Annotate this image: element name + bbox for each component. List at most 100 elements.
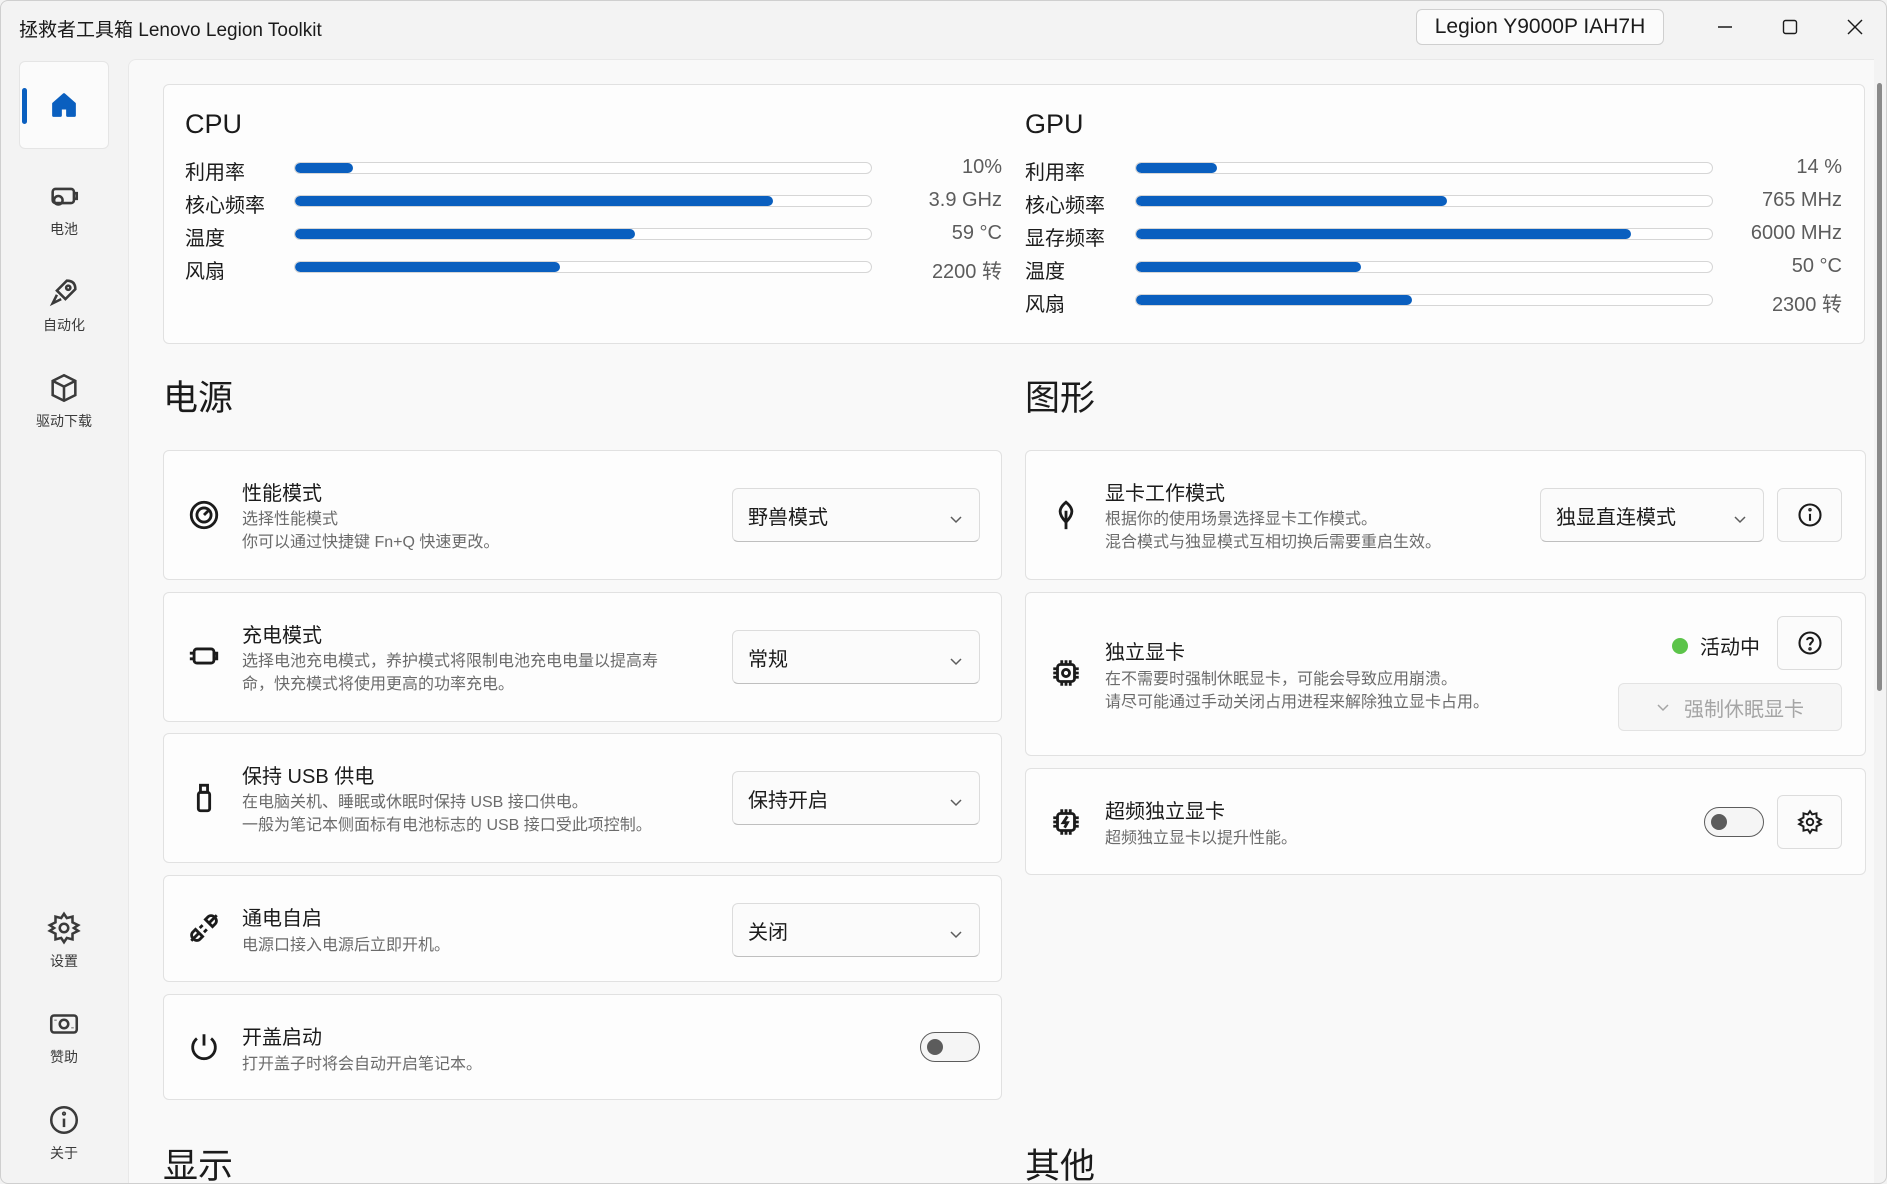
discrete-gpu-title: 独立显卡 bbox=[1105, 642, 1185, 664]
close-button[interactable] bbox=[1825, 7, 1885, 47]
help-icon bbox=[1797, 631, 1822, 655]
overclock-settings-button[interactable] bbox=[1777, 795, 1842, 849]
usb-power-title: 保持 USB 供电 bbox=[242, 766, 375, 788]
chevron-down-icon bbox=[950, 516, 962, 524]
toggle-knob bbox=[1711, 814, 1727, 830]
sidebar-item-sponsor[interactable]: 赞助 bbox=[19, 993, 109, 1081]
gpu-stat-value: 6000 MHz bbox=[1750, 222, 1842, 244]
usb-power-desc: 在电脑关机、睡眠或休眠时保持 USB 接口供电。 一般为笔记本侧面标有电池标志的… bbox=[242, 791, 652, 837]
cpu-stat-bar-fill bbox=[295, 229, 635, 239]
discrete-gpu-desc: 在不需要时强制休眠显卡，可能会导致应用崩溃。 请尽可能通过手动关闭占用进程来解除… bbox=[1105, 668, 1489, 714]
gpu-stat-value: 14 % bbox=[1796, 156, 1842, 178]
cpu-stat-value: 10% bbox=[961, 156, 1002, 178]
cpu-stat-bar bbox=[294, 195, 872, 207]
dropdown-value: 常规 bbox=[748, 648, 788, 671]
force-sleep-gpu-button[interactable]: 强制休眠显卡 bbox=[1618, 683, 1842, 731]
app-window: 拯救者工具箱 Lenovo Legion Toolkit Legion Y900… bbox=[0, 0, 1887, 1184]
chevron-down-icon bbox=[950, 931, 962, 939]
cpu-stat-label: 核心频率 bbox=[185, 195, 265, 217]
leaf-icon bbox=[1049, 498, 1083, 537]
minimize-button[interactable] bbox=[1695, 7, 1755, 47]
gpu-stat-bar bbox=[1135, 195, 1713, 207]
chevron-down-icon bbox=[1734, 516, 1746, 524]
performance-mode-desc: 选择性能模式 你可以通过快捷键 Fn+Q 快速更改。 bbox=[242, 508, 499, 554]
cpu-stat-bar bbox=[294, 228, 872, 240]
section-title-graphics: 图形 bbox=[1025, 379, 1096, 418]
sidebar-item-automation[interactable]: 自动化 bbox=[19, 261, 109, 349]
section-title-power: 电源 bbox=[163, 379, 234, 418]
maximize-icon bbox=[1782, 19, 1798, 35]
sidebar-item-label: 电池 bbox=[50, 221, 78, 237]
cpu-stat-bar bbox=[294, 261, 872, 273]
money-icon bbox=[49, 1014, 79, 1034]
chevron-down-icon bbox=[950, 658, 962, 666]
chevron-down-icon bbox=[1657, 704, 1669, 712]
maximize-button[interactable] bbox=[1760, 7, 1820, 47]
sidebar-item-drivers[interactable]: 驱动下载 bbox=[19, 357, 109, 445]
sidebar-item-label: 关于 bbox=[50, 1145, 78, 1161]
info-icon bbox=[49, 1105, 79, 1135]
gpu-title: GPU bbox=[1025, 109, 1084, 139]
toggle-knob bbox=[927, 1039, 943, 1055]
overclock-gpu-title: 超频独立显卡 bbox=[1105, 801, 1225, 823]
sidebar-item-battery[interactable]: 电池 bbox=[19, 165, 109, 253]
cpu-stat-label: 风扇 bbox=[185, 261, 225, 283]
performance-mode-title: 性能模式 bbox=[242, 483, 322, 505]
dropdown-value: 关闭 bbox=[748, 921, 788, 944]
power-on-ac-dropdown[interactable]: 关闭 bbox=[732, 903, 980, 957]
sidebar-item-about[interactable]: 关于 bbox=[19, 1089, 109, 1177]
section-title-other: 其他 bbox=[1025, 1147, 1096, 1184]
sidebar: 电池 自动化 驱动下载 设置 赞助 关于 bbox=[1, 53, 128, 1183]
charging-icon bbox=[187, 639, 221, 678]
sidebar-item-home[interactable] bbox=[19, 61, 109, 149]
sidebar-item-label: 自动化 bbox=[43, 317, 85, 333]
gear-icon bbox=[47, 911, 81, 945]
cpu-stat-bar bbox=[294, 162, 872, 174]
gpu-mode-title: 显卡工作模式 bbox=[1105, 483, 1225, 505]
gpu-stat-bar-fill bbox=[1136, 295, 1413, 305]
gpu-mode-dropdown[interactable]: 独显直连模式 bbox=[1540, 488, 1764, 542]
cpu-stat-label: 温度 bbox=[185, 228, 225, 250]
charge-mode-dropdown[interactable]: 常规 bbox=[732, 630, 980, 684]
discrete-gpu-status: 活动中 bbox=[1672, 631, 1760, 660]
cpu-stat-bar-fill bbox=[295, 262, 560, 272]
flip-to-start-toggle[interactable] bbox=[920, 1032, 980, 1062]
gpu-stat-label: 利用率 bbox=[1025, 162, 1085, 184]
gpu-mode-desc: 根据你的使用场景选择显卡工作模式。 混合模式与独显模式互相切换后需要重启生效。 bbox=[1105, 508, 1441, 554]
chevron-down-icon bbox=[950, 799, 962, 807]
gpu-mode-info-button[interactable] bbox=[1777, 488, 1842, 542]
desc-line: 在电脑关机、睡眠或休眠时保持 USB 接口供电。 bbox=[242, 794, 588, 811]
gpu-stat-bar bbox=[1135, 228, 1713, 240]
chip-bolt-icon bbox=[1049, 805, 1083, 844]
cpu-stat-bar-fill bbox=[295, 163, 353, 173]
charge-mode-title: 充电模式 bbox=[242, 625, 322, 647]
sidebar-item-label: 赞助 bbox=[50, 1049, 78, 1065]
gpu-stat-bar-fill bbox=[1136, 196, 1448, 206]
power-icon bbox=[187, 1030, 221, 1069]
sidebar-item-settings[interactable]: 设置 bbox=[19, 897, 109, 985]
usb-power-dropdown[interactable]: 保持开启 bbox=[732, 771, 980, 825]
power-on-ac-title: 通电自启 bbox=[242, 908, 322, 930]
desc-line: 一般为笔记本侧面标有电池标志的 USB 接口受此项控制。 bbox=[242, 817, 652, 834]
minimize-icon bbox=[1718, 26, 1732, 28]
battery-icon bbox=[51, 187, 79, 206]
status-dot bbox=[1672, 637, 1688, 654]
desc-line: 请尽可能通过手动关闭占用进程来解除独立显卡占用。 bbox=[1105, 694, 1490, 711]
cpu-stat-label: 利用率 bbox=[185, 162, 245, 184]
desc-line: 混合模式与独显模式互相切换后需要重启生效。 bbox=[1105, 534, 1442, 551]
overclock-gpu-desc: 超频独立显卡以提升性能。 bbox=[1105, 830, 1298, 847]
desc-line: 选择性能模式 bbox=[242, 511, 339, 528]
scrollbar[interactable] bbox=[1877, 83, 1882, 691]
dropdown-value: 野兽模式 bbox=[748, 506, 828, 529]
gpu-stat-bar-fill bbox=[1136, 163, 1217, 173]
performance-mode-dropdown[interactable]: 野兽模式 bbox=[732, 488, 980, 542]
discrete-gpu-help-button[interactable] bbox=[1777, 616, 1842, 670]
gear-icon bbox=[1796, 809, 1823, 835]
gpu-stat-value: 50 °C bbox=[1791, 255, 1842, 277]
cpu-title: CPU bbox=[185, 109, 243, 139]
gpu-stat-label: 风扇 bbox=[1025, 294, 1065, 316]
overclock-gpu-toggle[interactable] bbox=[1704, 807, 1764, 837]
desc-line: 根据你的使用场景选择显卡工作模式。 bbox=[1105, 511, 1378, 528]
rocket-icon bbox=[49, 279, 77, 307]
gpu-stat-value: 765 MHz bbox=[1761, 189, 1842, 211]
